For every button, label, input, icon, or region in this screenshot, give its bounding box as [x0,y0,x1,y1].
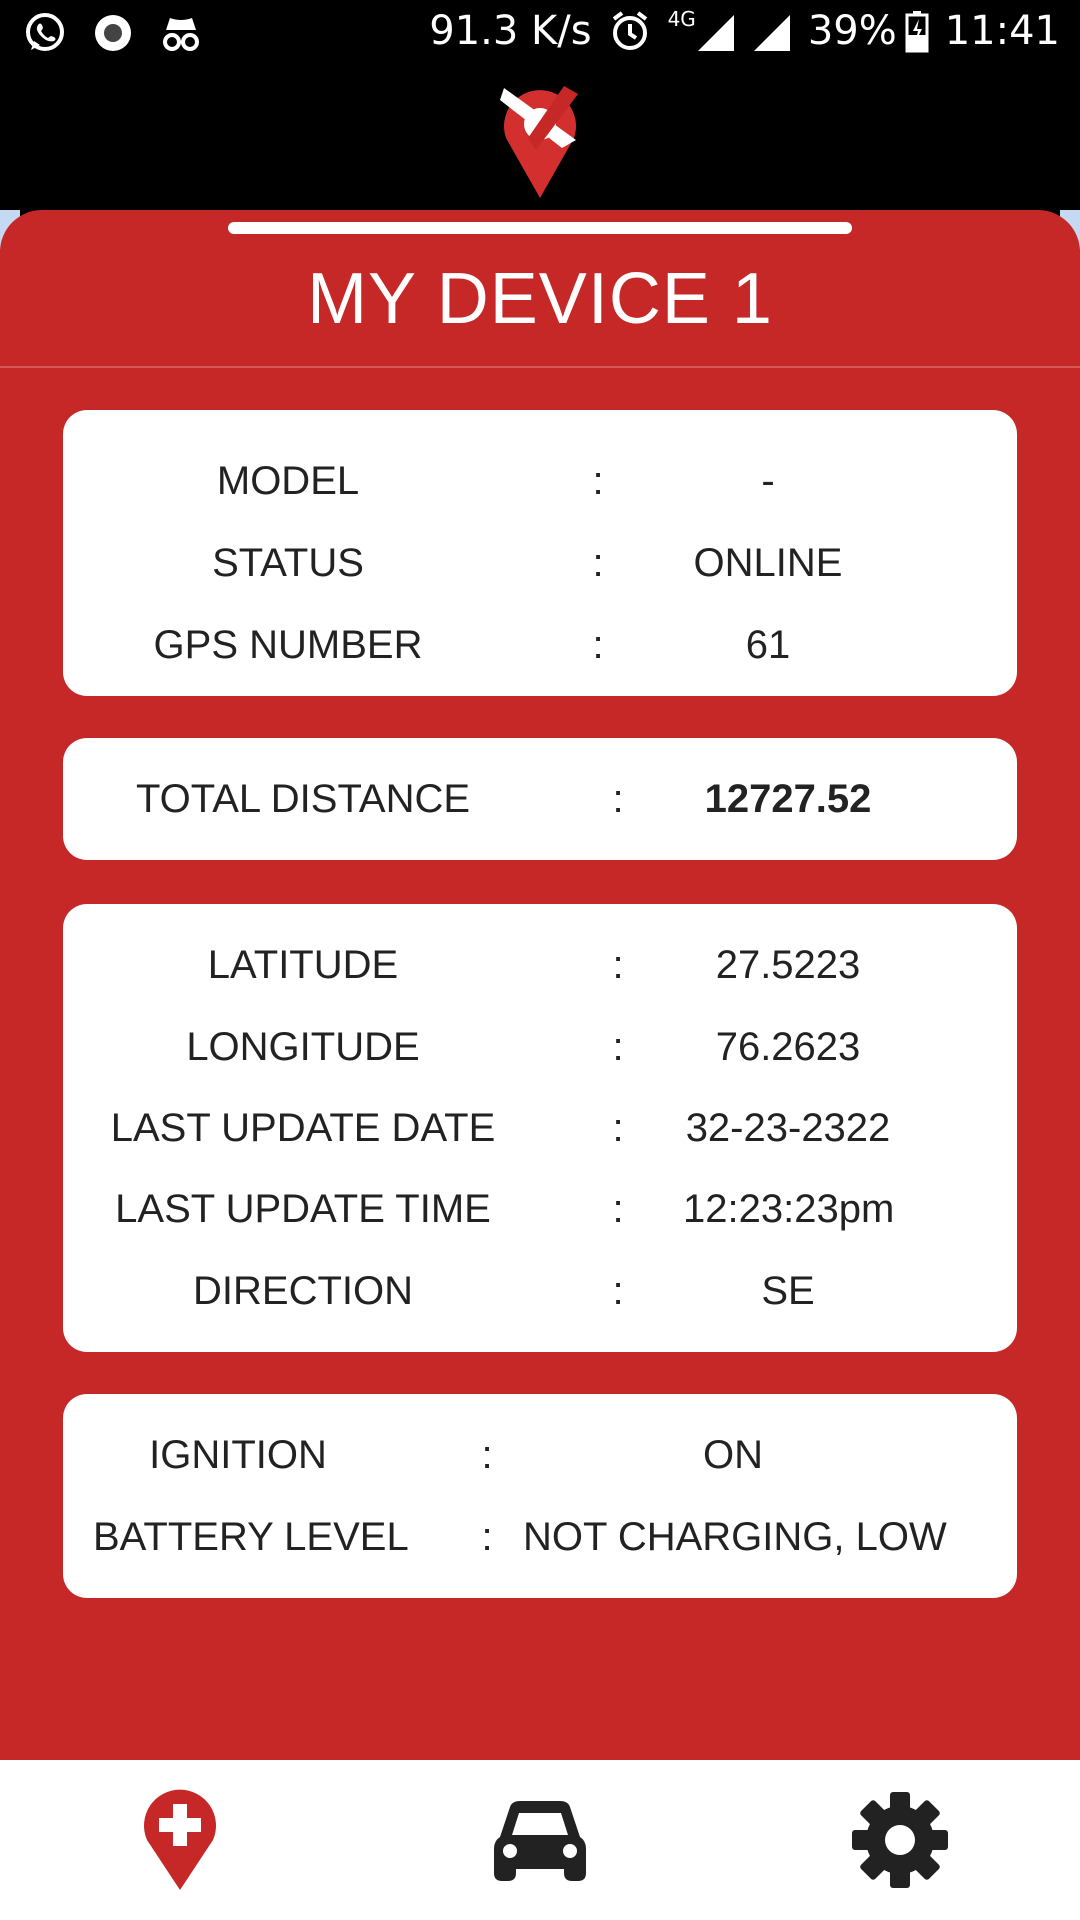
row-label: STATUS [212,541,364,585]
status-bar-system: 91.3 K/s 4G 39% 11:41 [429,7,1060,54]
incognito-icon [163,18,199,51]
device-detail-sheet: MY DEVICE 1 MODEL : - STATUS : ONLINE GP… [0,210,1080,1760]
sheet-drag-handle[interactable] [228,222,852,234]
row-value: ON [703,1433,763,1477]
row-label: LAST UPDATE TIME [115,1187,491,1231]
row-label: LAST UPDATE DATE [110,1106,496,1150]
row-label: LONGITUDE [186,1025,420,1069]
row-separator: : [612,1269,624,1313]
info-row-battery-level: BATTERY LEVEL : NOT CHARGING, LOW [63,1502,1017,1572]
status-value: ONLINE [693,541,843,585]
distance-card: TOTAL DISTANCE : 12727.52 [63,738,1017,860]
row-value: 76.2623 [715,1025,861,1069]
info-row-latitude: LATITUDE : 27.5223 [63,930,1017,1000]
row-separator: : [612,1106,624,1150]
row-value: - [761,459,775,503]
row-separator: : [592,623,604,667]
row-value: 12:23:23pm [683,1187,895,1231]
info-row-longitude: LONGITUDE : 76.2623 [63,1012,1017,1082]
row-value: 61 [745,623,791,667]
nav-settings-button[interactable] [820,1760,980,1920]
info-row-last-update-time: LAST UPDATE TIME : 12:23:23pm [63,1174,1017,1244]
network-speed: 91.3 K/s [429,8,592,54]
row-separator: : [481,1433,493,1477]
info-row-last-update-date: LAST UPDATE DATE : 32-23-2322 [63,1093,1017,1163]
row-separator: : [612,1025,624,1069]
row-value: NOT CHARGING, LOW [523,1515,947,1559]
settings-gear-icon [852,1792,948,1888]
whatsapp-icon [26,13,64,51]
row-label: DIRECTION [193,1269,413,1313]
app-logo-icon [500,86,578,198]
record-icon [95,15,131,51]
row-separator: : [612,1187,624,1231]
info-row-total-distance: TOTAL DISTANCE : 12727.52 [63,764,1017,834]
title-divider [0,366,1080,368]
nav-add-location-button[interactable] [100,1760,260,1920]
row-value: SE [761,1269,815,1313]
row-label: LATITUDE [207,943,399,987]
row-label: TOTAL DISTANCE [135,777,471,821]
signal-icon [697,15,734,51]
vehicle-status-card: IGNITION : ON BATTERY LEVEL : NOT CHARGI… [63,1394,1017,1598]
status-bar: 91.3 K/s 4G 39% 11:41 [0,0,1080,64]
row-value: 32-23-2322 [685,1106,891,1150]
row-separator: : [592,541,604,585]
alarm-icon [612,11,647,50]
row-label: BATTERY LEVEL [93,1515,409,1559]
row-separator: : [481,1515,493,1559]
nav-vehicles-button[interactable] [460,1760,620,1920]
location-add-icon [144,1789,216,1890]
row-separator: : [612,943,624,987]
bottom-navigation [0,1760,1080,1920]
info-row-status: STATUS : ONLINE [63,528,1017,598]
status-bar-notifications [22,10,204,56]
row-label: GPS NUMBER [153,623,423,667]
network-type: 4G [667,7,696,31]
location-card: LATITUDE : 27.5223 LONGITUDE : 76.2623 L… [63,904,1017,1352]
total-distance-value: 12727.52 [704,777,872,821]
info-row-direction: DIRECTION : SE [63,1256,1017,1326]
info-row-gps-number: GPS NUMBER : 61 [63,610,1017,680]
clock: 11:41 [944,8,1060,54]
info-row-model: MODEL : - [63,446,1017,516]
row-label: MODEL [216,459,360,503]
row-separator: : [592,459,604,503]
app-header [0,64,1080,212]
battery-charging-icon [905,11,929,53]
signal-roaming-icon [753,15,790,51]
battery-percent: 39% [807,8,897,54]
row-value: 27.5223 [715,943,861,987]
row-label: IGNITION [149,1433,327,1477]
car-icon [494,1801,586,1881]
row-separator: : [612,777,624,821]
device-info-card: MODEL : - STATUS : ONLINE GPS NUMBER : 6… [63,410,1017,696]
device-title: MY DEVICE 1 [307,259,773,339]
info-row-ignition: IGNITION : ON [63,1420,1017,1490]
